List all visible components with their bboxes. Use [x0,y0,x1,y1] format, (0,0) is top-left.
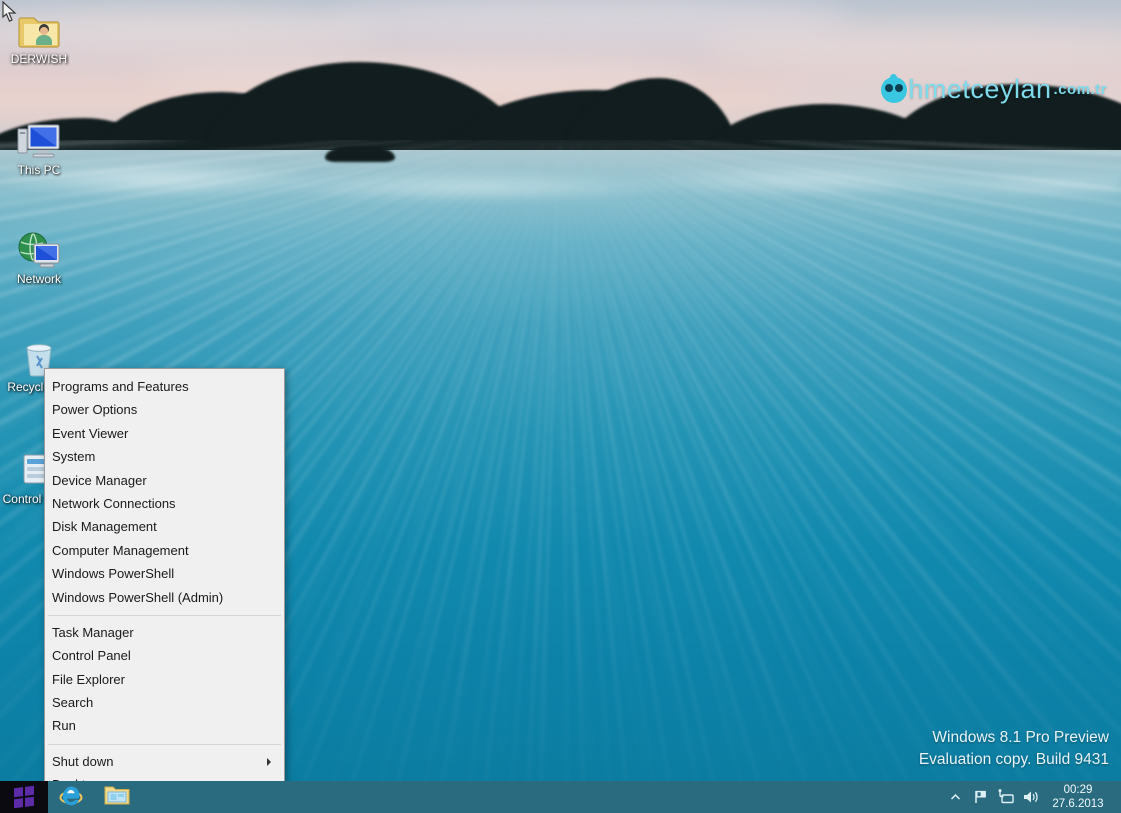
menu-item-task-manager[interactable]: Task Manager [45,621,284,644]
menu-item-system[interactable]: System [45,445,284,468]
menu-item-programs-and-features[interactable]: Programs and Features [45,375,284,398]
network-icon [2,224,76,270]
menu-item-windows-powershell[interactable]: Windows PowerShell [45,562,284,585]
menu-item-label: Shut down [52,753,114,769]
owl-face-icon [881,72,908,103]
taskbar: 00:29 27.6.2013 [0,781,1121,813]
system-tray: 00:29 27.6.2013 [943,781,1121,813]
logo-word: hmetceylan [908,74,1052,104]
rock-silhouette [325,146,395,162]
volume-speaker-icon[interactable] [1018,781,1043,813]
arrow-cursor [2,0,18,28]
menu-item-search[interactable]: Search [45,691,284,714]
watermark-line-2: Evaluation copy. Build 9431 [918,751,1109,768]
action-center-flag-icon[interactable] [968,781,993,813]
desktop-icon-this-pc[interactable]: This PC [2,115,76,177]
menu-item-control-panel[interactable]: Control Panel [45,644,284,667]
menu-group-system: Programs and Features Power Options Even… [45,375,284,609]
evaluation-watermark: Windows 8.1 Pro Preview Evaluation copy.… [919,727,1109,771]
winx-context-menu[interactable]: Programs and Features Power Options Even… [44,368,285,803]
taskbar-file-explorer[interactable] [94,781,140,813]
desktop-icon-network[interactable]: Network [2,224,76,286]
clock-time: 00:29 [1063,784,1093,796]
menu-item-disk-management[interactable]: Disk Management [45,515,284,538]
chevron-right-icon [267,757,271,766]
desktop-icon-label: DERWISH [10,52,68,66]
clock-date: 27.6.2013 [1052,798,1104,810]
menu-item-power-options[interactable]: Power Options [45,398,284,421]
menu-item-event-viewer[interactable]: Event Viewer [45,422,284,445]
menu-item-run[interactable]: Run [45,714,284,737]
watermark-line-1: Windows 8.1 Pro Preview [932,729,1109,746]
site-logo-watermark: hmetceylan .com.tr [881,72,1107,105]
show-hidden-icons-button[interactable] [943,781,968,813]
desktop-icon-label: Network [16,272,61,286]
taskbar-internet-explorer[interactable] [48,781,94,813]
menu-item-file-explorer[interactable]: File Explorer [45,668,284,691]
start-button[interactable] [0,781,48,813]
menu-item-shut-down[interactable]: Shut down [45,750,284,773]
logo-tld: .com.tr [1053,81,1107,98]
menu-item-device-manager[interactable]: Device Manager [45,469,284,492]
menu-item-windows-powershell-admin[interactable]: Windows PowerShell (Admin) [45,586,284,609]
menu-item-computer-management[interactable]: Computer Management [45,539,284,562]
network-tray-icon[interactable] [993,781,1018,813]
menu-item-network-connections[interactable]: Network Connections [45,492,284,515]
internet-explorer-icon [59,783,83,812]
taskbar-clock[interactable]: 00:29 27.6.2013 [1043,783,1115,811]
desktop-icon-label: This PC [17,163,61,177]
computer-icon [2,115,76,161]
menu-separator [48,743,281,745]
menu-separator [48,614,281,616]
file-explorer-icon [104,784,130,811]
windows-logo-icon [14,786,34,808]
menu-group-tools: Task Manager Control Panel File Explorer… [45,621,284,738]
